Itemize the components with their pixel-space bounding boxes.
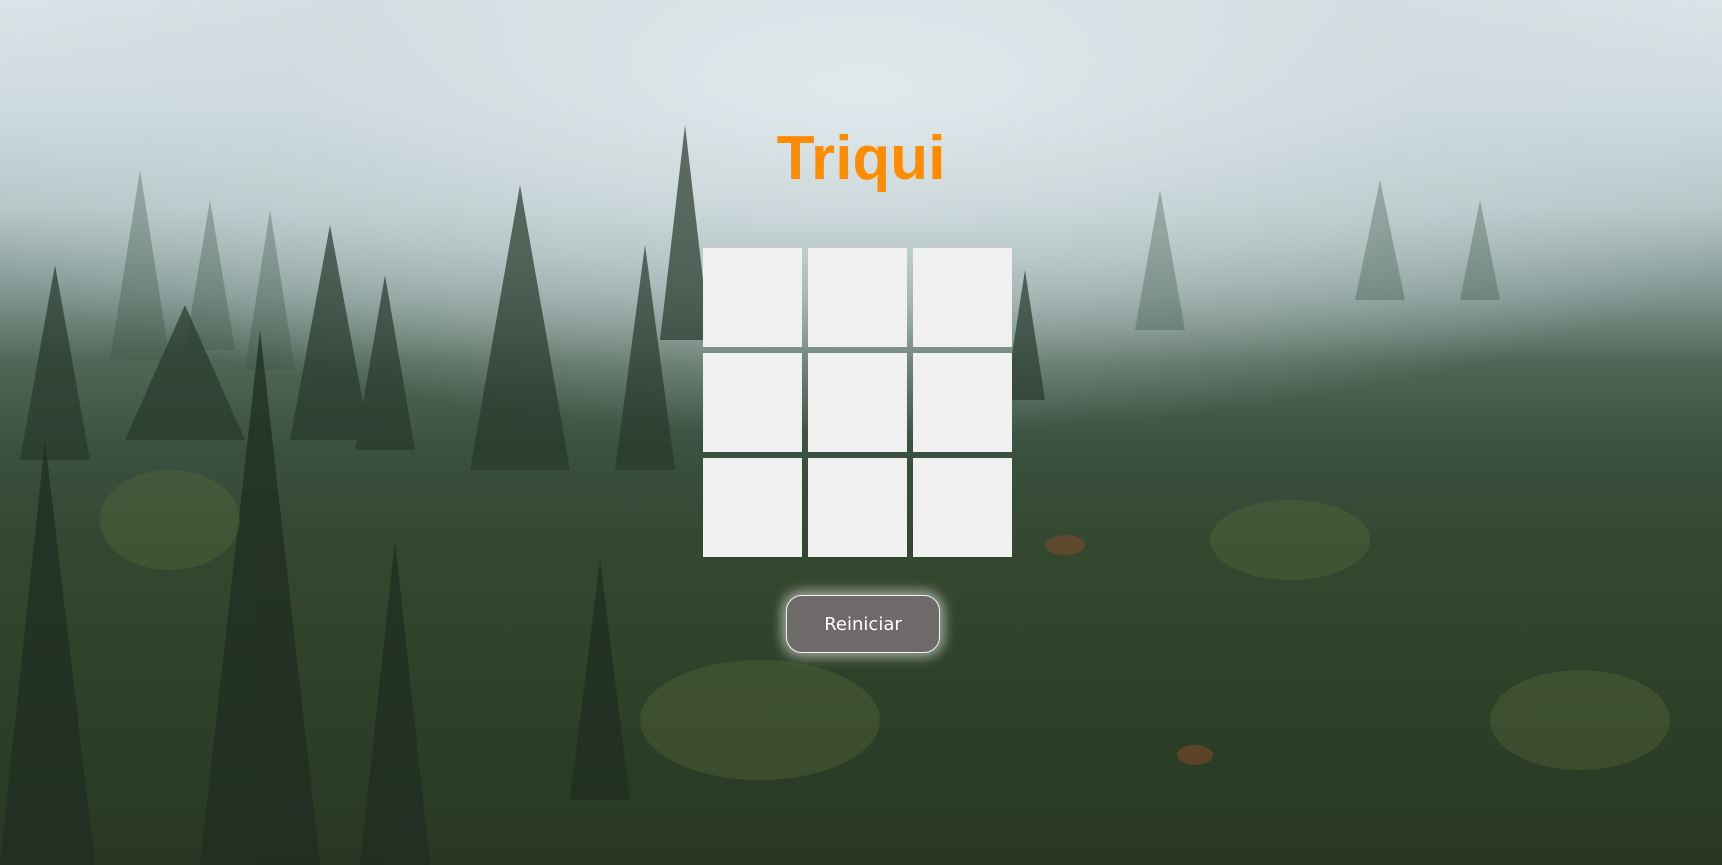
tic-tac-toe-board [703,248,1013,558]
board-cell-9[interactable] [913,458,1012,557]
reset-button[interactable]: Reiniciar [786,595,940,653]
board-cell-1[interactable] [703,248,802,347]
board-cell-4[interactable] [703,353,802,452]
board-cell-6[interactable] [913,353,1012,452]
board-cell-5[interactable] [808,353,907,452]
board-cell-3[interactable] [913,248,1012,347]
board-cell-2[interactable] [808,248,907,347]
board-cell-8[interactable] [808,458,907,557]
game-title: Triqui [776,124,946,193]
board-cell-7[interactable] [703,458,802,557]
